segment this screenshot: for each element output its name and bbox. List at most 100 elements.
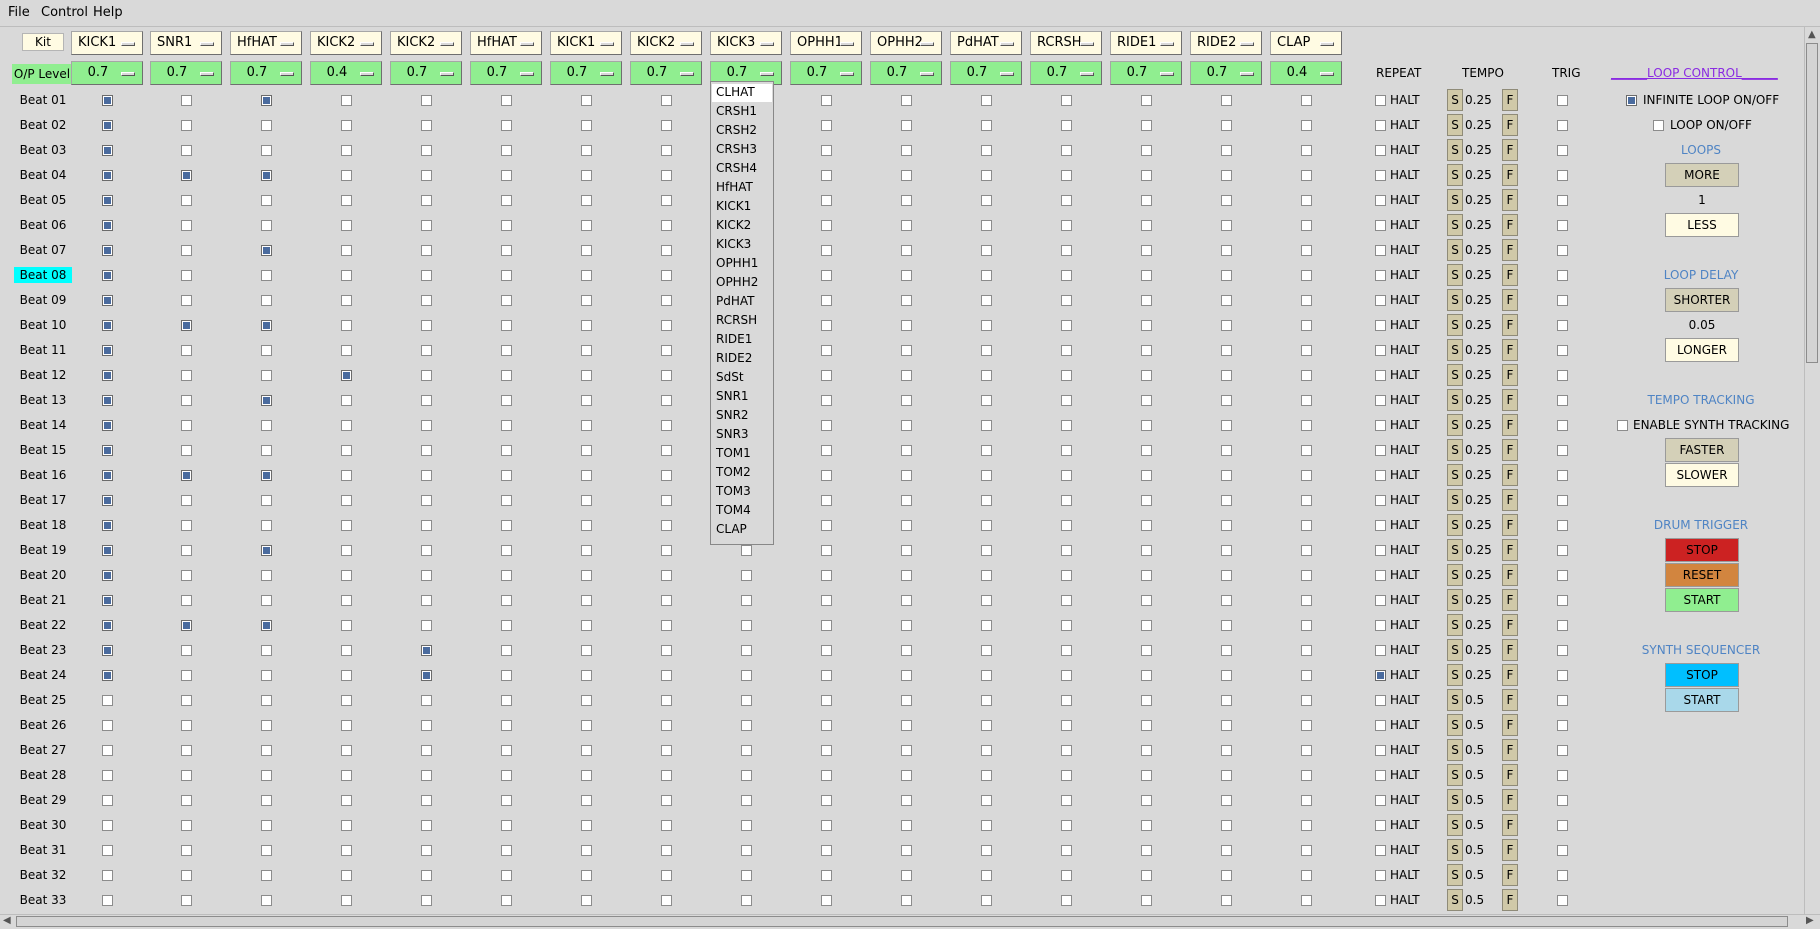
- level-select-7[interactable]: 0.7: [550, 61, 622, 85]
- level-select-12[interactable]: 0.7: [950, 61, 1022, 85]
- beat-checkbox[interactable]: [581, 745, 592, 756]
- beat-checkbox[interactable]: [181, 95, 192, 106]
- beat-checkbox[interactable]: [181, 520, 192, 531]
- instrument-select-2[interactable]: SNR1: [150, 31, 222, 55]
- beat-checkbox[interactable]: [981, 520, 992, 531]
- tempo-slower-button[interactable]: S: [1447, 264, 1463, 286]
- beat-checkbox[interactable]: [981, 420, 992, 431]
- repeat-checkbox[interactable]: [1375, 470, 1386, 481]
- beat-checkbox[interactable]: [181, 420, 192, 431]
- beat-checkbox[interactable]: [501, 420, 512, 431]
- beat-checkbox[interactable]: [1221, 295, 1232, 306]
- repeat-checkbox[interactable]: [1375, 170, 1386, 181]
- beat-checkbox[interactable]: [1221, 195, 1232, 206]
- beat-checkbox[interactable]: [1141, 545, 1152, 556]
- repeat-checkbox[interactable]: [1375, 120, 1386, 131]
- beat-checkbox[interactable]: [102, 245, 113, 256]
- beat-checkbox[interactable]: [421, 220, 432, 231]
- beat-checkbox[interactable]: [1061, 895, 1072, 906]
- beat-checkbox[interactable]: [1061, 395, 1072, 406]
- synth-tracking-checkbox[interactable]: [1617, 420, 1628, 431]
- tempo-faster-button[interactable]: F: [1502, 814, 1518, 836]
- beat-checkbox[interactable]: [501, 545, 512, 556]
- scroll-up-icon[interactable]: ▲: [1808, 29, 1816, 40]
- beat-checkbox[interactable]: [261, 295, 272, 306]
- beat-checkbox[interactable]: [901, 395, 912, 406]
- beat-checkbox[interactable]: [661, 545, 672, 556]
- beat-checkbox[interactable]: [1061, 220, 1072, 231]
- beat-checkbox[interactable]: [501, 645, 512, 656]
- beat-checkbox[interactable]: [981, 695, 992, 706]
- dropdown-option[interactable]: KICK3: [716, 236, 772, 254]
- tempo-slower-button[interactable]: S: [1447, 214, 1463, 236]
- beat-checkbox[interactable]: [102, 670, 113, 681]
- tempo-faster-button[interactable]: F: [1502, 514, 1518, 536]
- beat-checkbox[interactable]: [901, 895, 912, 906]
- beat-checkbox[interactable]: [341, 645, 352, 656]
- beat-checkbox[interactable]: [421, 195, 432, 206]
- tempo-slower-button[interactable]: S: [1447, 564, 1463, 586]
- repeat-checkbox[interactable]: [1375, 870, 1386, 881]
- beat-checkbox[interactable]: [341, 420, 352, 431]
- beat-checkbox[interactable]: [261, 770, 272, 781]
- beat-checkbox[interactable]: [901, 370, 912, 381]
- trig-checkbox[interactable]: [1557, 520, 1568, 531]
- tempo-slower-button[interactable]: S: [1447, 589, 1463, 611]
- beat-checkbox[interactable]: [421, 295, 432, 306]
- beat-checkbox[interactable]: [581, 195, 592, 206]
- beat-checkbox[interactable]: [421, 720, 432, 731]
- beat-checkbox[interactable]: [261, 520, 272, 531]
- beat-checkbox[interactable]: [1061, 845, 1072, 856]
- beat-checkbox[interactable]: [661, 745, 672, 756]
- beat-checkbox[interactable]: [181, 370, 192, 381]
- beat-checkbox[interactable]: [821, 795, 832, 806]
- beat-checkbox[interactable]: [661, 470, 672, 481]
- beat-checkbox[interactable]: [501, 320, 512, 331]
- scroll-left-icon[interactable]: ◀: [3, 915, 11, 926]
- beat-checkbox[interactable]: [102, 95, 113, 106]
- beat-checkbox[interactable]: [1141, 520, 1152, 531]
- beat-checkbox[interactable]: [581, 145, 592, 156]
- beat-checkbox[interactable]: [1141, 220, 1152, 231]
- beat-checkbox[interactable]: [181, 645, 192, 656]
- beat-checkbox[interactable]: [661, 395, 672, 406]
- tempo-slower-button[interactable]: S: [1447, 839, 1463, 861]
- beat-checkbox[interactable]: [661, 645, 672, 656]
- beat-checkbox[interactable]: [501, 445, 512, 456]
- beat-checkbox[interactable]: [1301, 495, 1312, 506]
- beat-checkbox[interactable]: [1301, 370, 1312, 381]
- beat-checkbox[interactable]: [102, 595, 113, 606]
- beat-checkbox[interactable]: [901, 620, 912, 631]
- tempo-slower-button[interactable]: S: [1447, 389, 1463, 411]
- beat-checkbox[interactable]: [1141, 570, 1152, 581]
- beat-checkbox[interactable]: [821, 395, 832, 406]
- beat-checkbox[interactable]: [821, 620, 832, 631]
- beat-checkbox[interactable]: [1061, 620, 1072, 631]
- beat-checkbox[interactable]: [102, 695, 113, 706]
- beat-checkbox[interactable]: [1301, 695, 1312, 706]
- beat-checkbox[interactable]: [1061, 120, 1072, 131]
- beat-checkbox[interactable]: [1301, 520, 1312, 531]
- trig-checkbox[interactable]: [1557, 695, 1568, 706]
- beat-checkbox[interactable]: [821, 495, 832, 506]
- beat-checkbox[interactable]: [501, 520, 512, 531]
- beat-checkbox[interactable]: [261, 595, 272, 606]
- infinite-loop-checkbox[interactable]: [1626, 95, 1637, 106]
- beat-checkbox[interactable]: [341, 845, 352, 856]
- tempo-slower-button[interactable]: S: [1447, 489, 1463, 511]
- tempo-slower-button[interactable]: S: [1447, 514, 1463, 536]
- beat-checkbox[interactable]: [1221, 570, 1232, 581]
- tempo-faster-button[interactable]: F: [1502, 764, 1518, 786]
- beat-checkbox[interactable]: [1221, 420, 1232, 431]
- repeat-checkbox[interactable]: [1375, 795, 1386, 806]
- beat-checkbox[interactable]: [901, 95, 912, 106]
- beat-checkbox[interactable]: [261, 320, 272, 331]
- beat-checkbox[interactable]: [981, 445, 992, 456]
- beat-checkbox[interactable]: [1301, 720, 1312, 731]
- tempo-faster-button[interactable]: F: [1502, 714, 1518, 736]
- beat-checkbox[interactable]: [981, 95, 992, 106]
- beat-checkbox[interactable]: [501, 770, 512, 781]
- beat-checkbox[interactable]: [1061, 495, 1072, 506]
- beat-checkbox[interactable]: [1301, 220, 1312, 231]
- repeat-checkbox[interactable]: [1375, 95, 1386, 106]
